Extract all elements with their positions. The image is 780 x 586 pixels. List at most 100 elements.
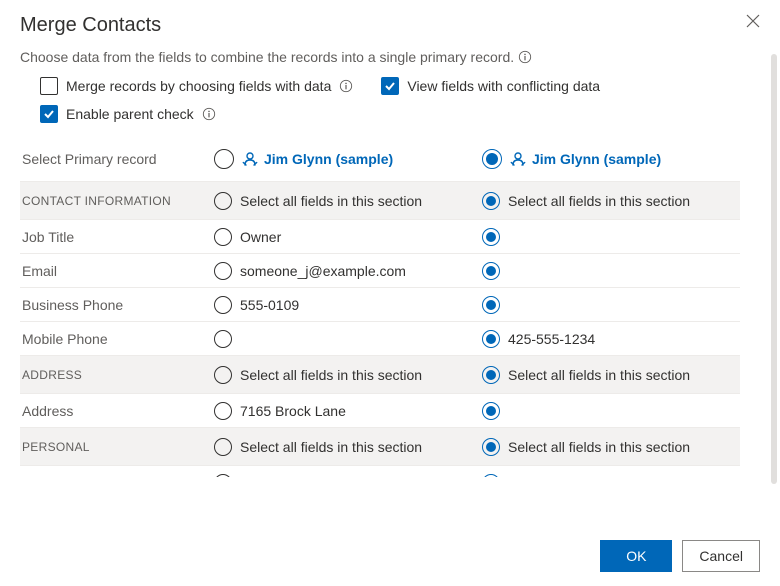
- field-value-a: Male: [240, 475, 270, 478]
- section-select-text: Select all fields in this section: [240, 367, 422, 383]
- field-option-b[interactable]: [482, 296, 740, 314]
- field-option-a[interactable]: 555-0109: [214, 296, 482, 314]
- section-name: ADDRESS: [20, 368, 214, 382]
- field-row: Job Title Owner: [20, 219, 740, 253]
- radio-field-b[interactable]: [482, 262, 500, 280]
- checkbox-label: Merge records by choosing fields with da…: [66, 78, 331, 94]
- field-option-b[interactable]: 425-555-1234: [482, 330, 740, 348]
- dialog-footer: OK Cancel: [600, 540, 760, 572]
- field-row: Gender Male: [20, 465, 740, 477]
- contact-icon: [242, 151, 258, 167]
- section-name: PERSONAL: [20, 440, 214, 454]
- dialog-title: Merge Contacts: [20, 14, 740, 37]
- options-block: Merge records by choosing fields with da…: [40, 77, 740, 123]
- radio-section-b[interactable]: [482, 192, 500, 210]
- section-select-text: Select all fields in this section: [508, 439, 690, 455]
- radio-section-a[interactable]: [214, 366, 232, 384]
- field-row: Business Phone 555-0109: [20, 287, 740, 321]
- section-select-all-a[interactable]: Select all fields in this section: [214, 438, 482, 456]
- close-button[interactable]: [742, 10, 764, 37]
- checkbox-box: [40, 105, 58, 123]
- contact-icon: [510, 151, 526, 167]
- info-icon[interactable]: [339, 79, 353, 93]
- radio-section-b[interactable]: [482, 438, 500, 456]
- field-label: Mobile Phone: [20, 331, 214, 347]
- subtitle-text: Choose data from the fields to combine t…: [20, 49, 514, 65]
- radio-field-a[interactable]: [214, 262, 232, 280]
- checkbox-label: View fields with conflicting data: [407, 78, 600, 94]
- radio-field-b[interactable]: [482, 402, 500, 420]
- ok-button[interactable]: OK: [600, 540, 672, 572]
- section-select-all-b[interactable]: Select all fields in this section: [482, 192, 740, 210]
- radio-field-b[interactable]: [482, 330, 500, 348]
- section-select-text: Select all fields in this section: [508, 193, 690, 209]
- field-label: Email: [20, 263, 214, 279]
- field-option-b[interactable]: [482, 262, 740, 280]
- field-value-b: 425-555-1234: [508, 331, 595, 347]
- field-option-a[interactable]: Male: [214, 474, 482, 478]
- cancel-button[interactable]: Cancel: [682, 540, 760, 572]
- radio-field-b[interactable]: [482, 474, 500, 478]
- section-select-text: Select all fields in this section: [508, 367, 690, 383]
- primary-record-b[interactable]: Jim Glynn (sample): [482, 149, 740, 169]
- section-header: PERSONAL Select all fields in this sectio…: [20, 427, 740, 465]
- radio-field-a[interactable]: [214, 474, 232, 478]
- section-select-text: Select all fields in this section: [240, 193, 422, 209]
- section-select-all-a[interactable]: Select all fields in this section: [214, 366, 482, 384]
- section-select-text: Select all fields in this section: [240, 439, 422, 455]
- dialog-subtitle: Choose data from the fields to combine t…: [20, 49, 740, 65]
- field-value-a: 555-0109: [240, 297, 299, 313]
- merge-contacts-dialog: Merge Contacts Choose data from the fiel…: [0, 0, 760, 477]
- record-name-a: Jim Glynn (sample): [242, 151, 393, 167]
- field-label: Address: [20, 403, 214, 419]
- field-option-a[interactable]: [214, 330, 482, 348]
- checkbox-box: [381, 77, 399, 95]
- scrollbar[interactable]: [771, 54, 777, 484]
- field-label: Gender: [20, 475, 214, 478]
- checkbox-label: Enable parent check: [66, 106, 194, 122]
- radio-field-a[interactable]: [214, 402, 232, 420]
- field-label: Business Phone: [20, 297, 214, 313]
- close-icon: [746, 14, 760, 28]
- field-option-b[interactable]: [482, 402, 740, 420]
- field-value-a: someone_j@example.com: [240, 263, 406, 279]
- field-row: Email someone_j@example.com: [20, 253, 740, 287]
- checkbox-enable-parent[interactable]: Enable parent check: [40, 105, 216, 123]
- primary-record-a[interactable]: Jim Glynn (sample): [214, 149, 482, 169]
- record-name-b: Jim Glynn (sample): [510, 151, 661, 167]
- radio-primary-b[interactable]: [482, 149, 502, 169]
- field-option-b[interactable]: [482, 228, 740, 246]
- radio-field-b[interactable]: [482, 228, 500, 246]
- section-name: CONTACT INFORMATION: [20, 194, 214, 208]
- section-select-all-b[interactable]: Select all fields in this section: [482, 438, 740, 456]
- section-select-all-a[interactable]: Select all fields in this section: [214, 192, 482, 210]
- radio-primary-a[interactable]: [214, 149, 234, 169]
- field-option-a[interactable]: someone_j@example.com: [214, 262, 482, 280]
- field-value-a: 7165 Brock Lane: [240, 403, 346, 419]
- radio-field-a[interactable]: [214, 296, 232, 314]
- radio-section-a[interactable]: [214, 192, 232, 210]
- radio-section-a[interactable]: [214, 438, 232, 456]
- field-row: Address 7165 Brock Lane: [20, 393, 740, 427]
- field-option-b[interactable]: [482, 474, 740, 478]
- field-option-a[interactable]: 7165 Brock Lane: [214, 402, 482, 420]
- field-value-a: Owner: [240, 229, 281, 245]
- radio-field-b[interactable]: [482, 296, 500, 314]
- field-row: Mobile Phone 425-555-1234: [20, 321, 740, 355]
- primary-row-label: Select Primary record: [20, 151, 214, 167]
- section-header: CONTACT INFORMATION Select all fields in …: [20, 181, 740, 219]
- radio-field-a[interactable]: [214, 330, 232, 348]
- radio-section-b[interactable]: [482, 366, 500, 384]
- checkbox-view-conflicting[interactable]: View fields with conflicting data: [381, 77, 600, 95]
- fields-grid: Select Primary record Jim Glynn (sample)…: [20, 137, 740, 477]
- section-header: ADDRESS Select all fields in this section…: [20, 355, 740, 393]
- section-select-all-b[interactable]: Select all fields in this section: [482, 366, 740, 384]
- info-icon[interactable]: [518, 50, 532, 64]
- checkbox-box: [40, 77, 58, 95]
- fields-scroll-area[interactable]: Select Primary record Jim Glynn (sample)…: [20, 137, 740, 477]
- radio-field-a[interactable]: [214, 228, 232, 246]
- field-option-a[interactable]: Owner: [214, 228, 482, 246]
- info-icon[interactable]: [202, 107, 216, 121]
- checkbox-merge-by-fields[interactable]: Merge records by choosing fields with da…: [40, 77, 353, 95]
- field-label: Job Title: [20, 229, 214, 245]
